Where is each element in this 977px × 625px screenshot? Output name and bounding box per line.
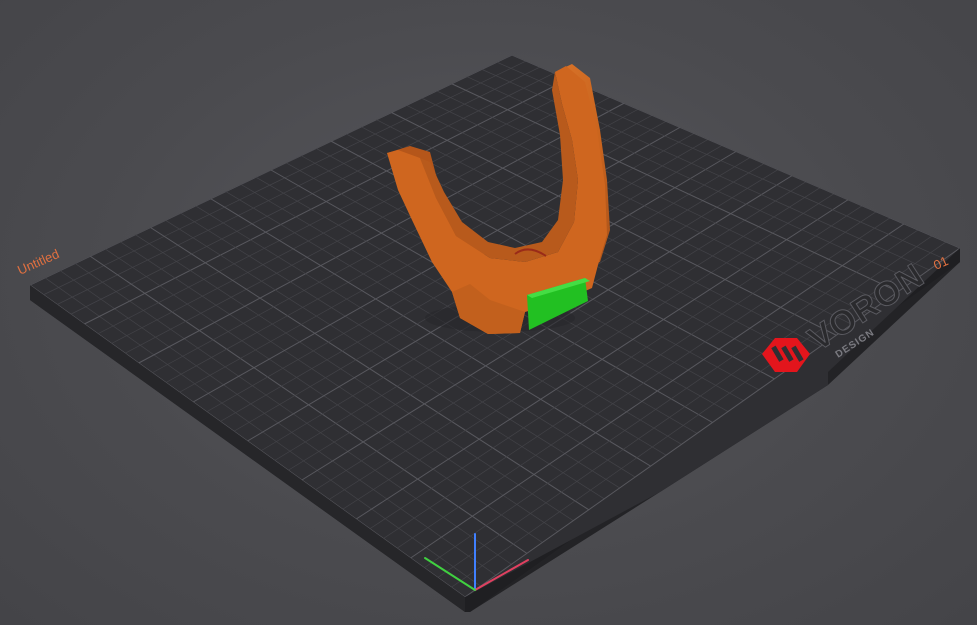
scene-canvas[interactable]: Untitled 01 VORON DESIGN (0, 0, 977, 625)
3d-viewport[interactable]: Untitled 01 VORON DESIGN (0, 0, 977, 625)
plate-name-label[interactable]: Untitled (15, 246, 61, 278)
